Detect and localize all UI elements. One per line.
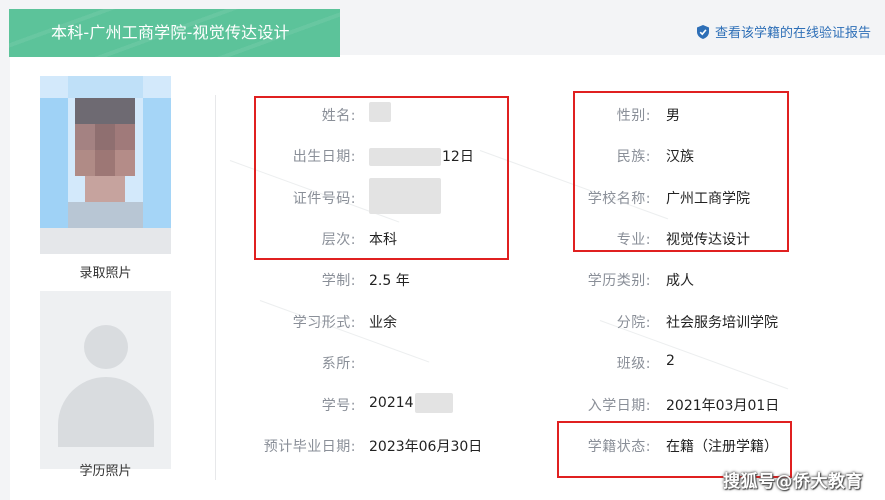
class-value: 2 xyxy=(666,353,675,369)
duration-value: 2.5 年 xyxy=(369,273,410,289)
photo-pixel xyxy=(85,176,125,202)
verify-report-link[interactable]: 查看该学籍的在线验证报告 xyxy=(697,22,871,41)
verify-report-text: 查看该学籍的在线验证报告 xyxy=(715,26,872,41)
photo-pixel xyxy=(143,98,171,228)
branch-label: 分院: xyxy=(616,315,651,331)
student-id-value: 20214 xyxy=(369,393,453,413)
photo-pixel xyxy=(75,98,135,124)
photo-pixel xyxy=(95,124,115,150)
admission-photo xyxy=(40,76,171,254)
photo-pixel xyxy=(75,150,95,176)
highlight-box-identity xyxy=(254,96,509,260)
study-mode-value: 业余 xyxy=(369,315,397,331)
photo-pixel xyxy=(68,202,143,228)
avatar-placeholder-head xyxy=(84,325,128,369)
branch-value: 社会服务培训学院 xyxy=(666,315,778,331)
photo-pixel xyxy=(40,98,68,228)
education-type-label: 学历类别: xyxy=(587,273,651,289)
photo-pixel xyxy=(68,76,143,98)
record-tab-title: 本科-广州工商学院-视觉传达设计 xyxy=(51,23,290,42)
photo-pixel xyxy=(40,228,171,254)
student-id-label: 学号: xyxy=(321,398,356,414)
record-tab[interactable]: 本科-广州工商学院-视觉传达设计 xyxy=(9,9,340,57)
education-type-value: 成人 xyxy=(666,273,694,289)
expected-graduation-value: 2023年06月30日 xyxy=(369,439,483,455)
redacted-block xyxy=(414,393,453,413)
highlight-box-school xyxy=(573,91,789,252)
education-photo xyxy=(40,291,171,469)
enrollment-date-value: 2021年03月01日 xyxy=(666,398,780,414)
department-label: 系所: xyxy=(321,356,356,372)
enrollment-date-label: 入学日期: xyxy=(587,398,651,414)
admission-photo-label: 录取照片 xyxy=(79,266,132,281)
avatar-placeholder-body xyxy=(58,377,154,447)
photo-pixel xyxy=(95,150,115,176)
study-mode-label: 学习形式: xyxy=(292,315,356,331)
shield-check-icon xyxy=(697,24,709,39)
expected-graduation-label: 预计毕业日期: xyxy=(263,439,356,455)
photo-pixel xyxy=(115,150,135,176)
photo-pixel xyxy=(115,124,135,150)
duration-label: 学制: xyxy=(321,273,356,289)
photo-pixel xyxy=(75,124,95,150)
class-label: 班级: xyxy=(616,356,651,372)
education-photo-label: 学历照片 xyxy=(79,464,132,479)
source-watermark: 搜狐号@侨大教育 xyxy=(723,472,863,492)
